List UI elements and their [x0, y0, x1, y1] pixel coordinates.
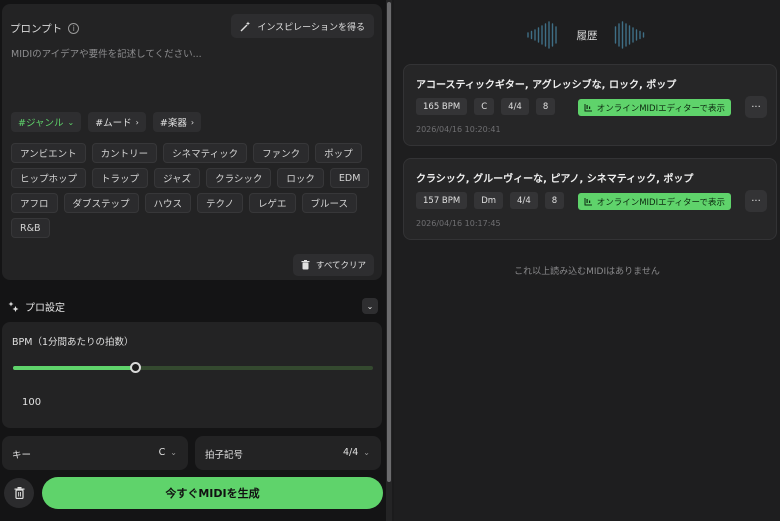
prompt-title: プロンプト i — [10, 21, 80, 36]
open-editor-button[interactable]: オンラインMIDIエディターで表示 — [577, 99, 731, 116]
prompt-input[interactable]: MIDIのアイデアや要件を記述してください... — [11, 46, 202, 60]
history-card-2[interactable]: クラシック, グルーヴィーな, ピアノ, シネマティック, ポップ 157 BP… — [403, 158, 777, 240]
filter-genre[interactable]: #ジャンル ⌄ — [11, 112, 82, 132]
delete-button[interactable] — [4, 478, 34, 508]
bpm-slider-thumb[interactable] — [130, 362, 142, 373]
genre-tag[interactable]: クラシック — [206, 168, 272, 188]
genre-tag[interactable]: ヒップホップ — [11, 168, 87, 188]
genre-tag[interactable]: アンビエント — [11, 143, 86, 163]
history-pane: 履歴 アコースティックギター, アグレッシブな, ロック, ポップ 165 BP… — [394, 0, 780, 521]
genre-tag[interactable]: ファンク — [253, 143, 310, 163]
history-card-title: クラシック, グルーヴィーな, ピアノ, シネマティック, ポップ — [416, 174, 694, 185]
time-signature-select[interactable]: 拍子記号 4/4 ⌄ — [195, 436, 381, 470]
clear-all-label: すべてクリア — [315, 261, 366, 271]
piano-roll-icon — [584, 104, 592, 112]
time-signature-label: 拍子記号 — [205, 450, 244, 461]
history-header: 履歴 — [394, 18, 780, 52]
open-editor-label: オンラインMIDIエディターで表示 — [596, 197, 725, 208]
more-options-button[interactable]: ··· — [745, 96, 767, 118]
scrollbar-thumb[interactable] — [387, 2, 391, 482]
genre-tag[interactable]: レゲエ — [248, 193, 296, 213]
chip-bpm: 157 BPM — [416, 192, 468, 209]
key-value-wrap: C ⌄ — [159, 447, 177, 458]
more-dots-icon: ··· — [751, 101, 761, 113]
genre-tag[interactable]: ジャズ — [154, 168, 201, 188]
filter-tabs: #ジャンル ⌄ #ムード › #楽器 › — [11, 112, 202, 132]
info-icon[interactable]: i — [68, 23, 80, 34]
pro-settings-header[interactable]: プロ設定 ⌄ — [8, 298, 378, 314]
pro-settings-label: プロ設定 — [25, 302, 65, 314]
history-card-date: 2026/04/16 10:17:45 — [416, 219, 501, 228]
genre-tag[interactable]: ブルース — [301, 193, 358, 213]
chip-time-signature: 4/4 — [501, 98, 529, 115]
trash-icon — [301, 260, 310, 270]
key-value: C — [158, 447, 166, 458]
chip-bars: 8 — [535, 98, 556, 115]
chip-time-signature: 4/4 — [510, 192, 538, 209]
genre-tag[interactable]: R&B — [11, 218, 50, 238]
trash-icon — [14, 487, 24, 499]
sparkle-settings-icon — [8, 301, 19, 312]
bpm-label: BPM（1分間あたりの拍数） — [12, 337, 134, 348]
more-dots-icon: ··· — [751, 195, 761, 207]
history-card-1[interactable]: アコースティックギター, アグレッシブな, ロック, ポップ 165 BPM C… — [403, 64, 777, 146]
filter-instrument[interactable]: #楽器 › — [152, 112, 202, 132]
key-label: キー — [12, 450, 32, 461]
bpm-slider[interactable] — [13, 362, 373, 373]
bpm-value[interactable]: 100 — [22, 397, 41, 408]
piano-roll-icon — [584, 198, 592, 206]
clear-all-button[interactable]: すべてクリア — [292, 254, 374, 276]
more-options-button[interactable]: ··· — [745, 190, 767, 212]
no-more-message: これ以上読み込むMIDIはありません — [514, 267, 660, 277]
genre-tag[interactable]: EDM — [329, 168, 370, 188]
key-select[interactable]: キー C ⌄ — [2, 436, 188, 470]
tag-row: アンビエント カントリー シネマティック ファンク ポップ — [11, 143, 375, 163]
history-card-date: 2026/04/16 10:20:41 — [416, 125, 501, 134]
open-editor-button[interactable]: オンラインMIDIエディターで表示 — [577, 193, 731, 210]
inspiration-label: インスピレーションを得る — [257, 22, 365, 33]
genre-tag-list: アンビエント カントリー シネマティック ファンク ポップ ヒップホップ トラッ… — [11, 143, 375, 243]
prompt-title-label: プロンプト — [10, 23, 63, 35]
history-title: 履歴 — [576, 29, 598, 42]
chevron-down-icon: ⌄ — [67, 117, 75, 127]
genre-tag[interactable]: テクノ — [197, 193, 243, 213]
tag-row: ヒップホップ トラップ ジャズ クラシック ロック EDM — [11, 168, 375, 188]
genre-tag[interactable]: カントリー — [91, 143, 158, 163]
tag-row: R&B — [11, 218, 375, 238]
open-editor-label: オンラインMIDIエディターで表示 — [596, 103, 725, 114]
genre-tag[interactable]: アフロ — [11, 193, 58, 213]
filter-genre-label: #ジャンル — [18, 118, 64, 129]
time-signature-value-wrap: 4/4 ⌄ — [343, 447, 370, 458]
bpm-slider-fill — [13, 366, 136, 370]
chevron-right-icon: › — [135, 117, 139, 127]
generate-midi-button[interactable]: 今すぐMIDIを生成 — [42, 477, 383, 509]
history-card-title: アコースティックギター, アグレッシブな, ロック, ポップ — [416, 80, 677, 91]
history-card-chips: 165 BPM C 4/4 8 — [416, 98, 556, 115]
chevron-down-icon: ⌄ — [170, 448, 177, 457]
genre-tag[interactable]: トラップ — [92, 168, 149, 188]
filter-instrument-label: #楽器 — [159, 118, 187, 129]
time-signature-value: 4/4 — [343, 447, 359, 458]
chip-key: Dm — [474, 192, 504, 209]
genre-tag[interactable]: ハウス — [144, 193, 192, 213]
chip-bars: 8 — [544, 192, 565, 209]
prompt-panel: プロンプト i インスピレーションを得る MIDIのアイデアや要件を記述してくだ… — [2, 4, 382, 280]
chevron-down-icon: ⌄ — [363, 448, 370, 457]
genre-tag[interactable]: ダブステップ — [63, 193, 139, 213]
genre-tag[interactable]: ロック — [277, 168, 324, 188]
chip-bpm: 165 BPM — [416, 98, 468, 115]
chip-key: C — [474, 98, 495, 115]
filter-mood[interactable]: #ムード › — [88, 112, 146, 132]
genre-tag[interactable]: シネマティック — [163, 143, 248, 163]
magic-wand-icon — [240, 21, 251, 31]
tag-row: アフロ ダブステップ ハウス テクノ レゲエ ブルース — [11, 193, 375, 213]
chevron-right-icon: › — [190, 117, 195, 127]
inspiration-button[interactable]: インスピレーションを得る — [231, 14, 374, 38]
history-card-chips: 157 BPM Dm 4/4 8 — [416, 192, 565, 209]
chevron-down-icon[interactable]: ⌄ — [362, 298, 378, 314]
bpm-panel: BPM（1分間あたりの拍数） 100 — [2, 322, 382, 428]
filter-mood-label: #ムード — [95, 118, 132, 129]
genre-tag[interactable]: ポップ — [315, 143, 362, 163]
